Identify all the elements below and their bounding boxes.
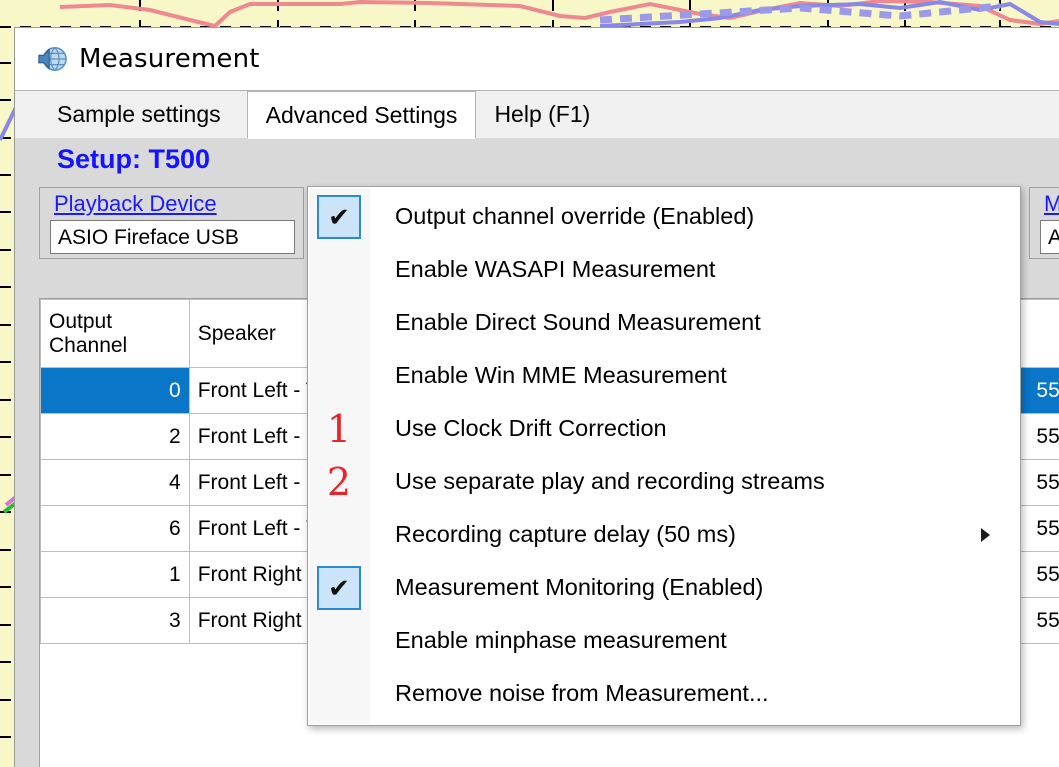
title-bar: Measurement (15, 28, 1059, 90)
speaker-globe-icon (37, 44, 67, 74)
menubar-item-sample-settings[interactable]: Sample settings (15, 91, 247, 138)
menu-item-label: Enable WASAPI Measurement (370, 256, 715, 283)
menu-bar: Sample settings Advanced Settings Help (… (15, 90, 1059, 138)
playback-device-group: Playback Device ASIO Fireface USB (39, 187, 304, 259)
microphone-device-input[interactable]: ASIO Fireface USB (1040, 220, 1059, 254)
menu-item-enable-minphase-measurement[interactable]: Enable minphase measurement (308, 614, 1020, 667)
annotation-number-1: 1 (327, 410, 351, 448)
menu-item-label: Use separate play and recording streams (370, 468, 825, 495)
menu-item-label: Measurement Monitoring (Enabled) (370, 574, 763, 601)
menu-gutter: ✔ (308, 190, 370, 243)
advanced-settings-dropdown: ✔ Output channel override (Enabled) Enab… (307, 186, 1021, 726)
menu-gutter: ✔ (308, 561, 370, 614)
menu-item-enable-direct-sound-measurement[interactable]: Enable Direct Sound Measurement (308, 296, 1020, 349)
menu-item-measurement-monitoring[interactable]: ✔ Measurement Monitoring (Enabled) (308, 561, 1020, 614)
microphone-device-link[interactable]: Microphone Device (1036, 190, 1059, 219)
setup-value: T500 (149, 144, 211, 174)
annotation-number-2: 2 (327, 463, 351, 501)
setup-separator: : (132, 144, 141, 174)
setup-title: Setup: T500 (15, 138, 1059, 179)
menu-gutter: 2 (308, 455, 370, 508)
cell-output-channel: 6 (41, 506, 190, 552)
menu-item-output-channel-override[interactable]: ✔ Output channel override (Enabled) (308, 190, 1020, 243)
menu-gutter (308, 349, 370, 402)
menu-gutter (308, 296, 370, 349)
menu-gutter: 1 (308, 402, 370, 455)
measurement-dialog: Measurement Sample settings Advanced Set… (14, 27, 1059, 767)
playback-device-link[interactable]: Playback Device (46, 190, 297, 219)
menu-item-use-clock-drift-correction[interactable]: 1 Use Clock Drift Correction (308, 402, 1020, 455)
setup-label: Setup (57, 144, 132, 174)
checkbox-checked-icon[interactable]: ✔ (317, 566, 361, 610)
menu-item-remove-noise-from-measurement[interactable]: Remove noise from Measurement... (308, 667, 1020, 720)
menu-item-label: Enable minphase measurement (370, 627, 727, 654)
menu-item-recording-capture-delay[interactable]: Recording capture delay (50 ms) (308, 508, 1020, 561)
column-header-output-channel[interactable]: Output Channel (41, 300, 190, 368)
window-title: Measurement (79, 44, 260, 74)
cell-output-channel: 0 (41, 368, 190, 414)
cell-output-channel: 1 (41, 552, 190, 598)
column-header-output-channel-line1: Output (49, 310, 181, 334)
menu-item-label: Recording capture delay (50 ms) (370, 521, 736, 548)
menu-item-label: Output channel override (Enabled) (370, 203, 754, 230)
microphone-device-group: Microphone Device ASIO Fireface USB (1029, 187, 1059, 259)
cell-output-channel: 4 (41, 460, 190, 506)
menu-gutter (308, 508, 370, 561)
menu-item-enable-wasapi-measurement[interactable]: Enable WASAPI Measurement (308, 243, 1020, 296)
cell-output-channel: 2 (41, 414, 190, 460)
menubar-item-advanced-settings[interactable]: Advanced Settings (247, 91, 477, 139)
menu-item-label: Remove noise from Measurement... (370, 680, 769, 707)
menu-item-label: Enable Direct Sound Measurement (370, 309, 761, 336)
menu-gutter (308, 614, 370, 667)
menu-item-enable-win-mme-measurement[interactable]: Enable Win MME Measurement (308, 349, 1020, 402)
menu-item-label: Use Clock Drift Correction (370, 415, 667, 442)
menu-gutter (308, 243, 370, 296)
playback-device-input[interactable]: ASIO Fireface USB (50, 220, 295, 254)
menu-item-use-separate-play-and-recording-streams[interactable]: 2 Use separate play and recording stream… (308, 455, 1020, 508)
submenu-arrow-icon[interactable] (981, 528, 990, 542)
checkbox-checked-icon[interactable]: ✔ (317, 195, 361, 239)
menu-item-label: Enable Win MME Measurement (370, 362, 727, 389)
column-header-output-channel-line2: Channel (49, 334, 181, 358)
menu-gutter (308, 667, 370, 720)
cell-output-channel: 3 (41, 598, 190, 644)
menubar-item-help[interactable]: Help (F1) (476, 91, 608, 138)
